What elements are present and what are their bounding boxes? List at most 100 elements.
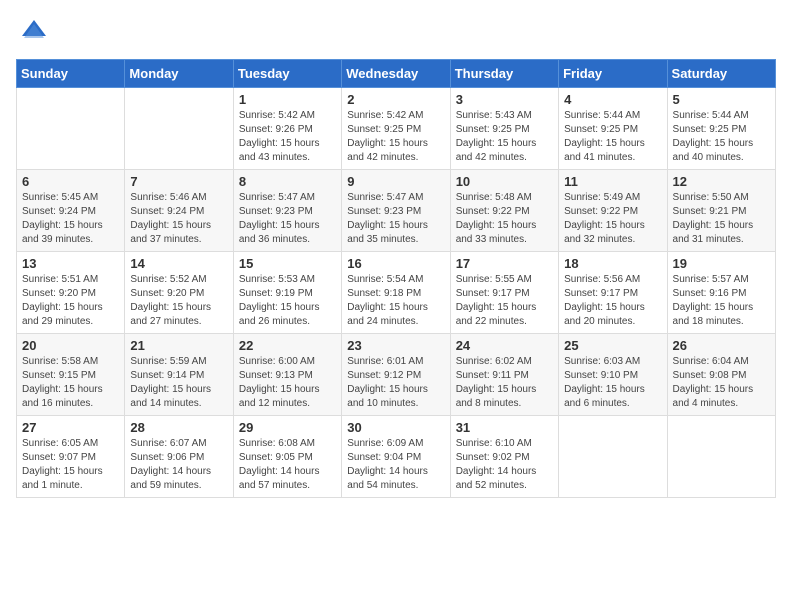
- calendar-day-cell: 13 Sunrise: 5:51 AM Sunset: 9:20 PM Dayli…: [17, 252, 125, 334]
- day-info: Sunrise: 5:52 AM Sunset: 9:20 PM Dayligh…: [130, 273, 227, 329]
- calendar-day-cell: 1Sunrise: 5:42 AM Sunset: 9:26 PM Daylig…: [233, 88, 341, 170]
- day-number: 4: [564, 92, 661, 107]
- calendar-day-cell: 10 Sunrise: 5:48 AM Sunset: 9:22 PM Dayli…: [450, 170, 558, 252]
- day-number: 27: [22, 420, 119, 435]
- day-number: 3: [456, 92, 553, 107]
- calendar-day-cell: 5Sunrise: 5:44 AM Sunset: 9:25 PM Daylig…: [667, 88, 775, 170]
- day-number: 2: [347, 92, 444, 107]
- day-number: 30: [347, 420, 444, 435]
- day-number: 9: [347, 174, 444, 189]
- day-number: 6: [22, 174, 119, 189]
- day-number: 20: [22, 338, 119, 353]
- calendar-day-cell: 16 Sunrise: 5:54 AM Sunset: 9:18 PM Dayli…: [342, 252, 450, 334]
- day-info: Sunrise: 5:46 AM Sunset: 9:24 PM Dayligh…: [130, 191, 227, 247]
- calendar-day-cell: 18 Sunrise: 5:56 AM Sunset: 9:17 PM Dayli…: [559, 252, 667, 334]
- day-number: 11: [564, 174, 661, 189]
- day-number: 23: [347, 338, 444, 353]
- calendar-day-cell: 6 Sunrise: 5:45 AM Sunset: 9:24 PM Daylig…: [17, 170, 125, 252]
- day-info: Sunrise: 5:54 AM Sunset: 9:18 PM Dayligh…: [347, 273, 444, 329]
- calendar-day-cell: 17 Sunrise: 5:55 AM Sunset: 9:17 PM Dayli…: [450, 252, 558, 334]
- day-number: 13: [22, 256, 119, 271]
- day-number: 21: [130, 338, 227, 353]
- calendar-day-cell: 19Sunrise: 5:57 AM Sunset: 9:16 PM Dayli…: [667, 252, 775, 334]
- day-info: Sunrise: 6:03 AM Sunset: 9:10 PM Dayligh…: [564, 355, 661, 411]
- calendar-header-cell: Thursday: [450, 60, 558, 88]
- calendar-day-cell: 11Sunrise: 5:49 AM Sunset: 9:22 PM Dayli…: [559, 170, 667, 252]
- day-info: Sunrise: 6:09 AM Sunset: 9:04 PM Dayligh…: [347, 437, 444, 493]
- day-number: 25: [564, 338, 661, 353]
- calendar-day-cell: 4 Sunrise: 5:44 AM Sunset: 9:25 PM Daylig…: [559, 88, 667, 170]
- day-info: Sunrise: 5:44 AM Sunset: 9:25 PM Dayligh…: [564, 109, 661, 165]
- day-number: 19: [673, 256, 770, 271]
- logo: [16, 16, 48, 49]
- day-info: Sunrise: 5:55 AM Sunset: 9:17 PM Dayligh…: [456, 273, 553, 329]
- day-info: Sunrise: 5:58 AM Sunset: 9:15 PM Dayligh…: [22, 355, 119, 411]
- calendar-day-cell: 9 Sunrise: 5:47 AM Sunset: 9:23 PM Daylig…: [342, 170, 450, 252]
- day-info: Sunrise: 6:07 AM Sunset: 9:06 PM Dayligh…: [130, 437, 227, 493]
- calendar-day-cell: [559, 416, 667, 498]
- day-info: Sunrise: 6:08 AM Sunset: 9:05 PM Dayligh…: [239, 437, 336, 493]
- day-info: Sunrise: 5:53 AM Sunset: 9:19 PM Dayligh…: [239, 273, 336, 329]
- day-number: 28: [130, 420, 227, 435]
- calendar-day-cell: 7 Sunrise: 5:46 AM Sunset: 9:24 PM Daylig…: [125, 170, 233, 252]
- calendar-day-cell: 3 Sunrise: 5:43 AM Sunset: 9:25 PM Daylig…: [450, 88, 558, 170]
- day-number: 12: [673, 174, 770, 189]
- calendar-day-cell: 12 Sunrise: 5:50 AM Sunset: 9:21 PM Dayli…: [667, 170, 775, 252]
- day-info: Sunrise: 5:50 AM Sunset: 9:21 PM Dayligh…: [673, 191, 770, 247]
- calendar-header-row: SundayMondayTuesdayWednesdayThursdayFrid…: [17, 60, 776, 88]
- calendar-day-cell: 8 Sunrise: 5:47 AM Sunset: 9:23 PM Daylig…: [233, 170, 341, 252]
- calendar-day-cell: [17, 88, 125, 170]
- calendar-week-row: 13 Sunrise: 5:51 AM Sunset: 9:20 PM Dayli…: [17, 252, 776, 334]
- day-number: 7: [130, 174, 227, 189]
- day-info: Sunrise: 5:45 AM Sunset: 9:24 PM Dayligh…: [22, 191, 119, 247]
- calendar-day-cell: 24 Sunrise: 6:02 AM Sunset: 9:11 PM Dayli…: [450, 334, 558, 416]
- day-number: 16: [347, 256, 444, 271]
- calendar-day-cell: 28 Sunrise: 6:07 AM Sunset: 9:06 PM Dayli…: [125, 416, 233, 498]
- calendar-day-cell: 21Sunrise: 5:59 AM Sunset: 9:14 PM Dayli…: [125, 334, 233, 416]
- day-info: Sunrise: 5:47 AM Sunset: 9:23 PM Dayligh…: [347, 191, 444, 247]
- calendar-day-cell: 14 Sunrise: 5:52 AM Sunset: 9:20 PM Dayli…: [125, 252, 233, 334]
- calendar-header-cell: Sunday: [17, 60, 125, 88]
- day-number: 17: [456, 256, 553, 271]
- day-info: Sunrise: 5:51 AM Sunset: 9:20 PM Dayligh…: [22, 273, 119, 329]
- day-number: 18: [564, 256, 661, 271]
- calendar-day-cell: [125, 88, 233, 170]
- day-info: Sunrise: 5:47 AM Sunset: 9:23 PM Dayligh…: [239, 191, 336, 247]
- calendar-day-cell: 30 Sunrise: 6:09 AM Sunset: 9:04 PM Dayli…: [342, 416, 450, 498]
- day-info: Sunrise: 5:48 AM Sunset: 9:22 PM Dayligh…: [456, 191, 553, 247]
- calendar-week-row: 6 Sunrise: 5:45 AM Sunset: 9:24 PM Daylig…: [17, 170, 776, 252]
- calendar-day-cell: 22 Sunrise: 6:00 AM Sunset: 9:13 PM Dayli…: [233, 334, 341, 416]
- calendar-day-cell: [667, 416, 775, 498]
- day-info: Sunrise: 6:01 AM Sunset: 9:12 PM Dayligh…: [347, 355, 444, 411]
- day-number: 14: [130, 256, 227, 271]
- day-number: 24: [456, 338, 553, 353]
- calendar-header-cell: Monday: [125, 60, 233, 88]
- calendar-day-cell: 2Sunrise: 5:42 AM Sunset: 9:25 PM Daylig…: [342, 88, 450, 170]
- calendar-week-row: 20 Sunrise: 5:58 AM Sunset: 9:15 PM Dayli…: [17, 334, 776, 416]
- logo-icon: [20, 16, 48, 44]
- calendar-day-cell: 29Sunrise: 6:08 AM Sunset: 9:05 PM Dayli…: [233, 416, 341, 498]
- calendar-day-cell: 20 Sunrise: 5:58 AM Sunset: 9:15 PM Dayli…: [17, 334, 125, 416]
- calendar-header-cell: Friday: [559, 60, 667, 88]
- calendar-week-row: 27 Sunrise: 6:05 AM Sunset: 9:07 PM Dayli…: [17, 416, 776, 498]
- day-number: 8: [239, 174, 336, 189]
- calendar-header-cell: Saturday: [667, 60, 775, 88]
- calendar-table: SundayMondayTuesdayWednesdayThursdayFrid…: [16, 59, 776, 498]
- day-number: 22: [239, 338, 336, 353]
- day-info: Sunrise: 6:02 AM Sunset: 9:11 PM Dayligh…: [456, 355, 553, 411]
- day-info: Sunrise: 5:43 AM Sunset: 9:25 PM Dayligh…: [456, 109, 553, 165]
- day-info: Sunrise: 5:42 AM Sunset: 9:26 PM Dayligh…: [239, 109, 336, 165]
- day-info: Sunrise: 5:56 AM Sunset: 9:17 PM Dayligh…: [564, 273, 661, 329]
- calendar-day-cell: 31Sunrise: 6:10 AM Sunset: 9:02 PM Dayli…: [450, 416, 558, 498]
- day-info: Sunrise: 6:00 AM Sunset: 9:13 PM Dayligh…: [239, 355, 336, 411]
- day-number: 31: [456, 420, 553, 435]
- day-info: Sunrise: 6:04 AM Sunset: 9:08 PM Dayligh…: [673, 355, 770, 411]
- day-number: 15: [239, 256, 336, 271]
- calendar-day-cell: 27 Sunrise: 6:05 AM Sunset: 9:07 PM Dayli…: [17, 416, 125, 498]
- calendar-day-cell: 25 Sunrise: 6:03 AM Sunset: 9:10 PM Dayli…: [559, 334, 667, 416]
- day-info: Sunrise: 6:05 AM Sunset: 9:07 PM Dayligh…: [22, 437, 119, 493]
- day-number: 10: [456, 174, 553, 189]
- calendar-day-cell: 26Sunrise: 6:04 AM Sunset: 9:08 PM Dayli…: [667, 334, 775, 416]
- calendar-day-cell: 23 Sunrise: 6:01 AM Sunset: 9:12 PM Dayli…: [342, 334, 450, 416]
- calendar-day-cell: 15 Sunrise: 5:53 AM Sunset: 9:19 PM Dayli…: [233, 252, 341, 334]
